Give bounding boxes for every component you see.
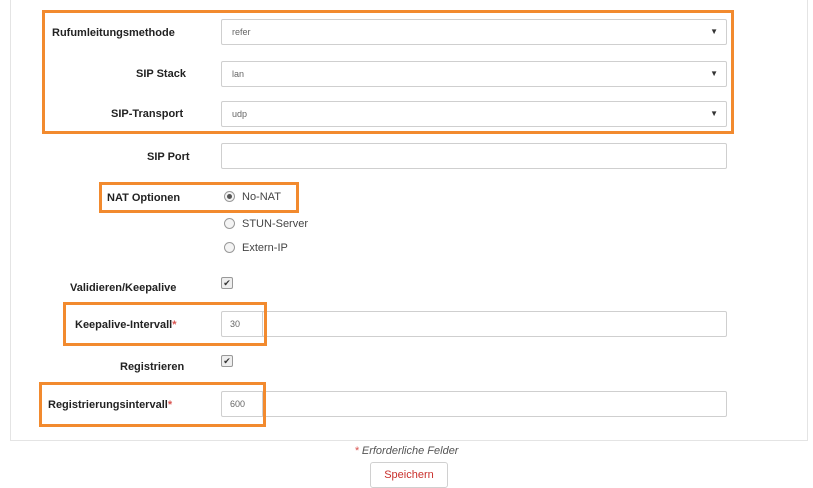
nat-option-label: STUN-Server [242, 218, 309, 230]
validate-keepalive-label: Validieren/Keepalive [70, 282, 177, 294]
register-interval-field-extension [262, 391, 727, 417]
required-fields-note: * Erforderliche Felder [0, 445, 813, 457]
radio-icon [224, 241, 235, 253]
nat-option-label: Extern-IP [242, 242, 288, 254]
highlight-register-interval [39, 382, 266, 427]
nat-option-stun-server[interactable]: STUN-Server [224, 217, 309, 230]
validate-keepalive-checkbox[interactable]: ✔ [221, 277, 233, 289]
register-checkbox[interactable]: ✔ [221, 355, 233, 367]
highlight-keepalive-interval [63, 302, 267, 346]
highlight-sip-settings [42, 10, 734, 134]
sip-port-label: SIP Port [147, 151, 190, 163]
required-asterisk: * [354, 445, 359, 457]
highlight-nat-options [99, 182, 299, 213]
keepalive-interval-field-extension [262, 311, 727, 337]
required-fields-text: Erforderliche Felder [361, 445, 459, 457]
register-label: Registrieren [120, 361, 185, 373]
radio-icon [224, 217, 235, 229]
sip-port-input[interactable] [221, 143, 727, 169]
nat-option-extern-ip[interactable]: Extern-IP [224, 241, 288, 254]
save-button[interactable]: Speichern [370, 462, 448, 488]
